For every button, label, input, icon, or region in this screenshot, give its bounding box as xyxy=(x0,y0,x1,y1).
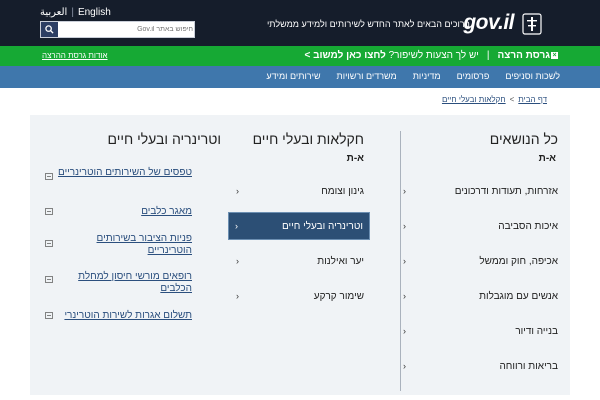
all-topics-title: כל הנושאים xyxy=(489,131,558,147)
service-link[interactable]: מאגר כלבים xyxy=(42,206,192,218)
service-link-label: טפסים של השירותים הוטרינריים xyxy=(58,167,192,178)
subtopic-item[interactable]: גינון וצומח ‹ xyxy=(230,177,370,205)
column-divider xyxy=(400,131,401,391)
service-link-label: תשלום אגרות לשירות הוטרינרי xyxy=(64,310,192,321)
topic-label: איכות הסביבה xyxy=(498,220,558,232)
service-link-label: רופאים מורשי חיסון למחלת הכלבים xyxy=(78,271,192,294)
topics-panel: כל הנושאים א-ת אזרחות, תעודות ודרכונים ‹… xyxy=(30,115,570,395)
service-link[interactable]: טפסים של השירותים הוטרינריים xyxy=(42,167,192,179)
beta-separator: | xyxy=(486,50,490,61)
topic-item[interactable]: אכיפה, חוק וממשל ‹ xyxy=(403,247,558,275)
subtopic-label: שימור קרקע xyxy=(313,290,364,302)
topic-item[interactable]: בריאות ורווחה ‹ xyxy=(403,352,558,380)
nav-item-publications[interactable]: פרסומים xyxy=(457,71,490,81)
service-link-icon xyxy=(45,208,53,215)
topic-item[interactable]: אנשים עם מוגבלות ‹ xyxy=(403,282,558,310)
beta-question: יש לך הצעות לשיפור? xyxy=(388,50,479,61)
nav-item-branches[interactable]: לשכות וסניפים xyxy=(505,71,560,81)
main-nav: שירותים ומידע משרדים ורשויות מדיניות פרס… xyxy=(0,66,600,88)
chevron-left-icon: ‹ xyxy=(236,186,239,196)
chevron-left-icon: ‹ xyxy=(403,361,406,371)
site-tagline: ברוכים הבאים לאתר החדש לשירותים ולמידע מ… xyxy=(266,19,470,29)
service-link-label: מאגר כלבים xyxy=(141,206,192,217)
nav-item-services[interactable]: שירותים ומידע xyxy=(266,71,320,81)
service-link-icon xyxy=(45,312,53,319)
subtopic-item-active[interactable]: וטרינריה ובעלי חיים ‹ xyxy=(228,212,370,240)
chevron-left-icon: ‹ xyxy=(403,221,406,231)
about-beta-link[interactable]: אודות גרסת ההרצה xyxy=(42,51,108,60)
service-link-icon xyxy=(45,240,53,247)
topic-item[interactable]: איכות הסביבה ‹ xyxy=(403,212,558,240)
nav-item-ministries[interactable]: משרדים ורשויות xyxy=(337,71,397,81)
topic-label: אכיפה, חוק וממשל xyxy=(479,255,558,267)
agriculture-az-label: א-ת xyxy=(346,153,364,164)
topic-item[interactable]: בנייה ודיור ‹ xyxy=(403,317,558,345)
topic-label: אזרחות, תעודות ודרכונים xyxy=(454,185,558,197)
beta-message: גרסת הרצה | יש לך הצעות לשיפור? לחצו כאן ל… xyxy=(305,50,550,61)
breadcrumb: דף הבית>חקלאות ובעלי חיים xyxy=(442,95,547,104)
topic-item[interactable]: אזרחות, תעודות ודרכונים ‹ xyxy=(403,177,558,205)
subtopic-label: גינון וצומח xyxy=(321,185,364,197)
gov-il-logo[interactable]: gov.il xyxy=(463,11,514,35)
chevron-left-icon: ‹ xyxy=(403,326,406,336)
search-box xyxy=(40,21,195,38)
nav-item-policy[interactable]: מדיניות xyxy=(413,71,441,81)
service-link-icon xyxy=(45,173,53,180)
chevron-left-icon: ‹ xyxy=(403,291,406,301)
breadcrumb-separator: > xyxy=(509,95,515,104)
chevron-left-icon: ‹ xyxy=(403,256,406,266)
chevron-left-icon: ‹ xyxy=(403,186,406,196)
topic-label: בריאות ורווחה xyxy=(499,360,558,372)
all-topics-az-label: א-ת xyxy=(538,153,556,164)
subtopic-item[interactable]: שימור קרקע ‹ xyxy=(230,282,370,310)
topic-label: אנשים עם מוגבלות xyxy=(479,290,558,302)
service-link[interactable]: תשלום אגרות לשירות הוטרינרי xyxy=(42,310,192,322)
state-emblem-icon xyxy=(522,13,542,35)
lang-arabic-link[interactable]: العربية xyxy=(40,7,67,18)
feedback-link[interactable]: לחצו כאן למשוב > xyxy=(305,50,386,61)
beta-title: גרסת הרצה xyxy=(497,50,550,61)
chevron-left-icon: ‹ xyxy=(236,291,239,301)
subtopic-item[interactable]: יער ואילנות ‹ xyxy=(230,247,370,275)
site-header: العربية | English ברוכים הבאים לאתר החדש ל… xyxy=(0,0,600,46)
service-link[interactable]: רופאים מורשי חיסון למחלת הכלבים xyxy=(42,271,192,295)
subtopic-label: וטרינריה ובעלי חיים xyxy=(281,220,363,232)
search-input[interactable] xyxy=(61,23,193,36)
service-link-label: פניות הציבור בשירותים הוטרינריים xyxy=(96,233,192,256)
breadcrumb-current[interactable]: חקלאות ובעלי חיים xyxy=(442,95,506,104)
search-icon xyxy=(45,25,54,34)
language-switcher: العربية | English xyxy=(40,7,111,18)
topic-label: בנייה ודיור xyxy=(515,325,558,337)
veterinary-title: וטרינריה ובעלי חיים xyxy=(107,131,221,147)
close-icon[interactable]: × xyxy=(551,52,558,59)
lang-separator: | xyxy=(71,7,74,18)
breadcrumb-home[interactable]: דף הבית xyxy=(518,95,547,104)
agriculture-title: חקלאות ובעלי חיים xyxy=(252,131,364,147)
service-link[interactable]: פניות הציבור בשירותים הוטרינריים xyxy=(42,233,192,257)
chevron-left-icon: ‹ xyxy=(236,256,239,266)
lang-english-link[interactable]: English xyxy=(78,7,111,18)
beta-banner: אודות גרסת ההרצה גרסת הרצה | יש לך הצעות ל… xyxy=(0,46,600,66)
search-button[interactable] xyxy=(41,22,58,37)
service-link-icon xyxy=(45,276,53,283)
subtopic-label: יער ואילנות xyxy=(317,255,364,267)
chevron-left-icon: ‹ xyxy=(235,221,238,231)
